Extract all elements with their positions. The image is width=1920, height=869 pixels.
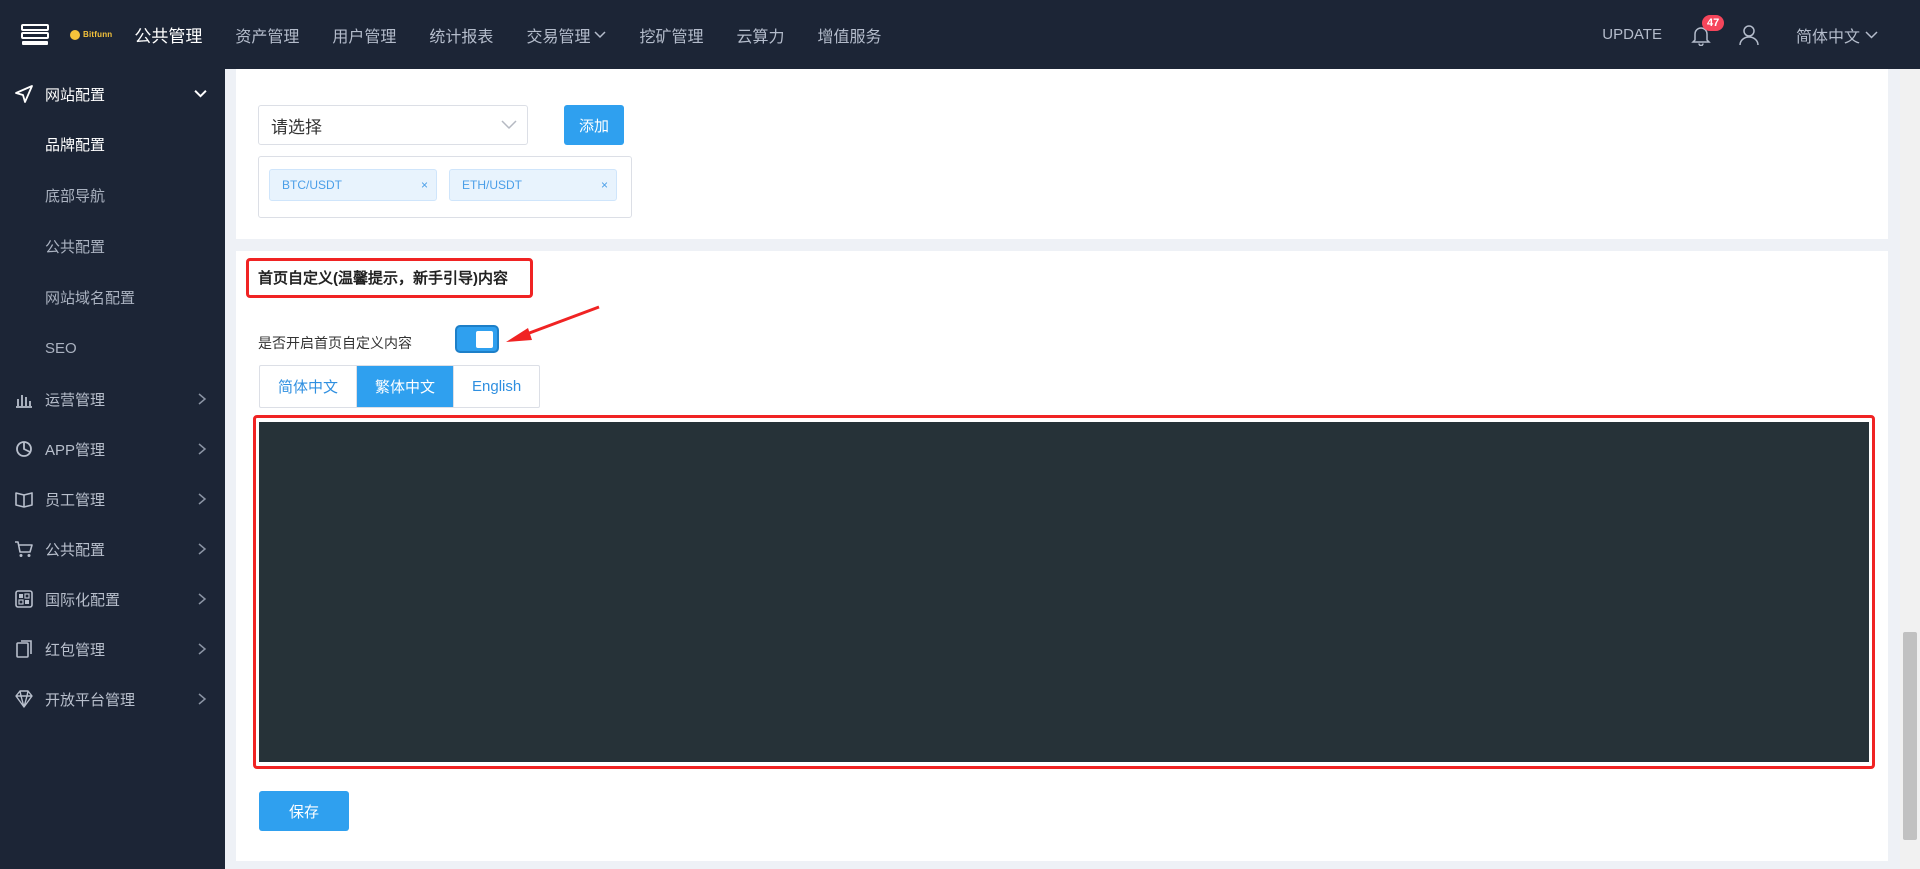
sidebar-group-label: 开放平台管理 [45,691,136,709]
nav-label: 交易管理 [526,28,591,46]
server-menu-icon [21,23,49,45]
logo-text: Bitfunn [83,30,113,39]
top-navbar: Bitfunn 公共管理 资产管理 用户管理 统计报表 交易管理 挖矿管理 云算… [0,0,1920,69]
sidebar-group-app[interactable]: APP管理 [0,424,225,474]
sidebar-group-label: 网站配置 [45,86,106,104]
nav-item-mining-management[interactable]: 挖矿管理 [639,23,703,47]
clipboard-icon [14,639,34,659]
nav-item-value-added[interactable]: 增值服务 [817,23,881,47]
annotation-arrow-icon [506,305,600,342]
scrollbar-thumb[interactable] [1903,632,1917,840]
grid-icon [14,589,34,609]
nav-label: 挖矿管理 [639,28,704,46]
sidebar-group-open-platform[interactable]: 开放平台管理 [0,674,225,724]
pair-tag: BTC/USDT × [269,169,437,201]
language-tabs: 简体中文 繁体中文 English [259,365,541,408]
content-editor[interactable] [259,422,1869,762]
sidebar-item-public-config[interactable]: 公共配置 [0,221,225,272]
nav-item-user-management[interactable]: 用户管理 [332,23,396,47]
sidebar-item-seo[interactable]: SEO [0,323,225,374]
sidebar-group-red-packet[interactable]: 红包管理 [0,624,225,674]
brand-logo[interactable]: Bitfunn [70,29,113,40]
chevron-down-icon [194,90,207,98]
sidebar-group-label: 国际化配置 [45,591,121,609]
tab-traditional-chinese[interactable]: 繁体中文 [357,366,455,407]
chevron-down-icon [594,30,606,38]
nav-item-cloud-hashrate[interactable]: 云算力 [736,23,784,47]
nav-label: 用户管理 [332,28,397,46]
switch-label: 是否开启首页自定义内容 [258,335,412,351]
chevron-right-icon [198,493,207,505]
menu-toggle-button[interactable] [0,0,70,69]
enable-custom-content-toggle[interactable] [455,325,499,353]
save-button[interactable]: 保存 [259,791,349,831]
chevron-right-icon [198,443,207,455]
send-icon [14,84,34,104]
language-selector[interactable]: 简体中文 [1796,23,1878,47]
sidebar-group-label: 运营管理 [45,391,106,409]
bar-chart-icon [14,389,34,409]
notification-button[interactable]: 47 [1690,14,1725,46]
nav-label: 资产管理 [235,28,300,46]
chevron-down-icon [501,120,517,130]
logo-mark [70,29,80,40]
chevron-right-icon [198,543,207,555]
sidebar-group-label: APP管理 [45,441,106,459]
book-icon [14,489,34,509]
tab-english[interactable]: English [454,366,539,407]
close-icon[interactable]: × [421,178,428,192]
chevron-down-icon [1865,30,1878,39]
sidebar: 网站配置 品牌配置 底部导航 公共配置 网站域名配置 SEO 运营管理 APP管… [0,69,225,869]
sidebar-group-i18n[interactable]: 国际化配置 [0,574,225,624]
top-right-actions: UPDATE 47 简体中文 [1602,0,1878,69]
pair-tag-label: ETH/USDT [462,178,522,192]
annotation-box [246,258,533,298]
sidebar-group-staff[interactable]: 员工管理 [0,474,225,524]
select-placeholder: 请选择 [271,117,322,137]
sidebar-item-brand-config[interactable]: 品牌配置 [0,119,225,170]
nav-item-trade-management[interactable]: 交易管理 [526,23,606,47]
close-icon[interactable]: × [601,178,608,192]
update-link[interactable]: UPDATE [1602,26,1662,43]
nav-label: 云算力 [736,28,785,46]
language-label: 简体中文 [1795,28,1860,46]
sidebar-group-site-config[interactable]: 网站配置 [0,69,225,119]
nav-item-public-management[interactable]: 公共管理 [134,22,202,47]
nav-label: 增值服务 [817,28,882,46]
pair-select[interactable]: 请选择 [258,105,528,145]
diamond-icon [14,689,34,709]
sidebar-group-label: 红包管理 [45,641,106,659]
chevron-right-icon [198,693,207,705]
tab-simplified-chinese[interactable]: 简体中文 [260,366,358,407]
cart-icon [14,539,34,559]
selected-pairs-box: BTC/USDT × ETH/USDT × [258,156,632,218]
pie-icon [14,439,34,459]
nav-label: 公共管理 [134,27,203,46]
nav-label: 统计报表 [429,28,494,46]
add-button[interactable]: 添加 [564,105,624,145]
pair-tag: ETH/USDT × [449,169,617,201]
sidebar-group-operations[interactable]: 运营管理 [0,374,225,424]
toggle-knob [476,331,493,348]
sidebar-group-label: 员工管理 [45,491,106,509]
sidebar-group-label: 公共配置 [45,541,106,559]
top-nav-menu: 公共管理 资产管理 用户管理 统计报表 交易管理 挖矿管理 云算力 增值服务 [134,0,914,69]
nav-item-asset-management[interactable]: 资产管理 [235,23,299,47]
sidebar-item-domain-config[interactable]: 网站域名配置 [0,272,225,323]
pair-tag-label: BTC/USDT [282,178,342,192]
nav-item-statistics[interactable]: 统计报表 [429,23,493,47]
trading-pairs-card: 请选择 添加 BTC/USDT × ETH/USDT × [236,69,1888,239]
sidebar-group-public-config[interactable]: 公共配置 [0,524,225,574]
chevron-right-icon [198,593,207,605]
homepage-custom-card: 首页自定义(温馨提示，新手引导)内容 是否开启首页自定义内容 简体中文 繁体中文… [236,251,1888,861]
chevron-right-icon [198,643,207,655]
chevron-right-icon [198,393,207,405]
user-icon[interactable] [1738,24,1760,46]
page-scrollbar[interactable] [1900,69,1920,869]
notification-badge: 47 [1701,14,1725,31]
sidebar-item-footer-nav[interactable]: 底部导航 [0,170,225,221]
